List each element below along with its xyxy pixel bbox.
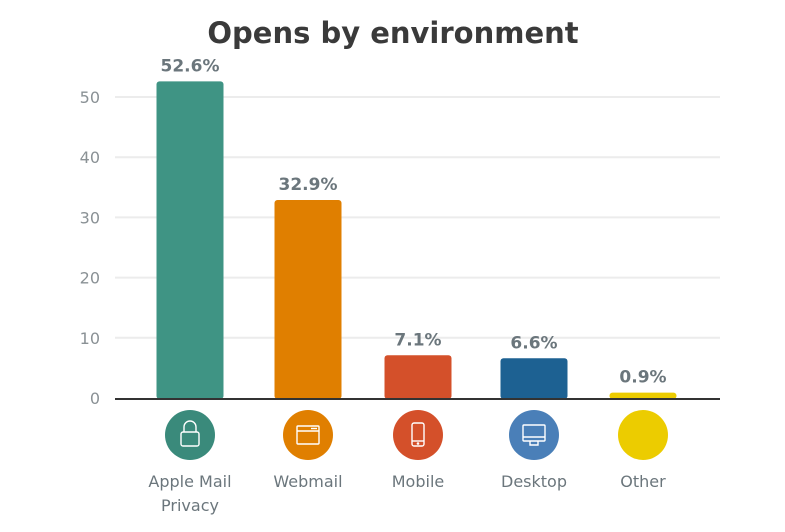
- category-label: Mobile: [392, 472, 444, 491]
- data-label: 7.1%: [394, 330, 441, 350]
- bar: [384, 355, 452, 399]
- data-label: 0.9%: [619, 368, 666, 388]
- y-tick-label: 50: [80, 88, 100, 107]
- mobile-phone-icon: [393, 410, 443, 460]
- y-tick-label: 40: [80, 148, 100, 167]
- category-labels: Apple Mail Privacy Webmail Mobile Desktop Oth…: [148, 472, 666, 515]
- category-icons: [165, 410, 668, 460]
- bar: [274, 199, 342, 399]
- bars: [156, 81, 677, 400]
- data-label: 32.9%: [279, 175, 338, 195]
- category-label: Privacy: [161, 496, 219, 515]
- category-marker: [618, 410, 668, 460]
- y-axis-ticks: 0 10 20 30 40 50: [80, 88, 100, 408]
- chart-title: Opens by environment: [207, 16, 578, 50]
- bar: [156, 81, 224, 400]
- category-label: Desktop: [501, 472, 567, 491]
- y-tick-label: 30: [80, 208, 100, 227]
- y-tick-label: 20: [80, 269, 100, 288]
- data-label: 52.6%: [161, 56, 220, 76]
- category-label: Other: [620, 472, 666, 491]
- lock-icon: [165, 410, 215, 460]
- category-label: Webmail: [273, 472, 342, 491]
- data-label: 6.6%: [510, 333, 557, 353]
- y-tick-label: 10: [80, 329, 100, 348]
- bar-chart: Opens by environment 0 10 20 30 40 50 52.6% 32…: [80, 16, 720, 515]
- desktop-monitor-icon: [509, 410, 559, 460]
- bar: [500, 358, 568, 399]
- browser-window-icon: [283, 410, 333, 460]
- y-tick-label: 0: [90, 389, 100, 408]
- category-label: Apple Mail: [148, 472, 231, 491]
